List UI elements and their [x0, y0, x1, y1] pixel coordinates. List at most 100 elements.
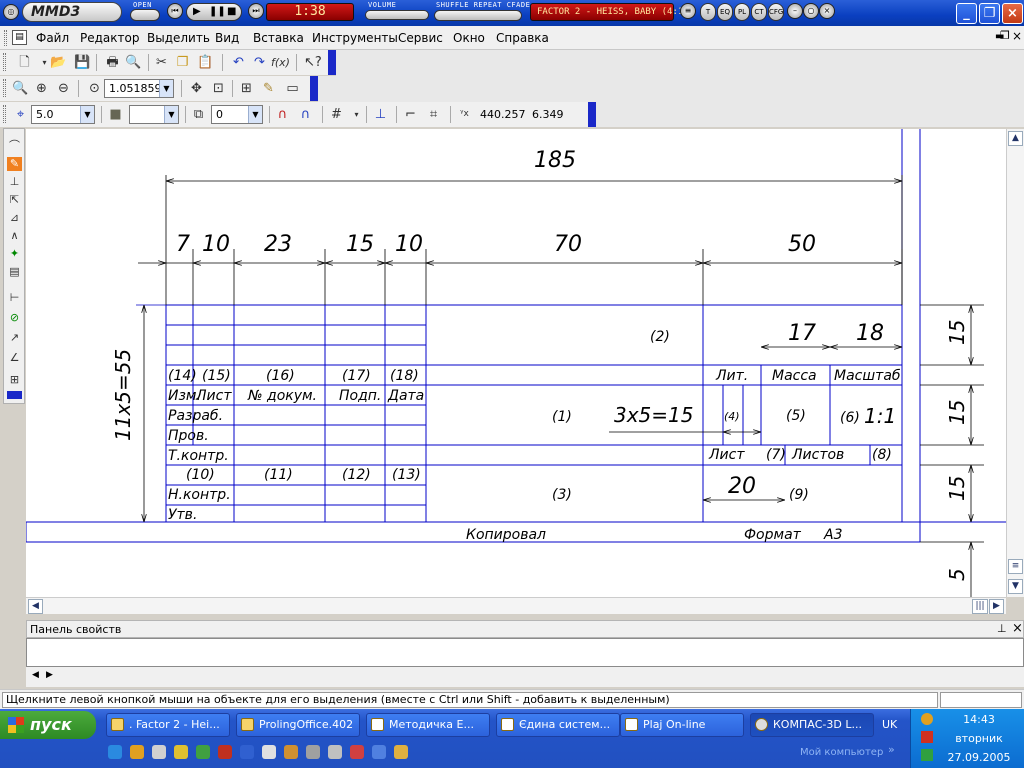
menu-editor[interactable]: Редактор	[80, 31, 139, 45]
select-icon[interactable]: ✦	[7, 247, 22, 261]
maximize-button[interactable]: ❐	[979, 3, 1000, 24]
undo-icon[interactable]: ↶	[230, 54, 247, 71]
my-computer-label[interactable]: Мой компьютер	[800, 747, 883, 758]
pause-icon[interactable]: ❚❚	[209, 4, 226, 20]
app7-icon[interactable]	[328, 745, 342, 759]
app9-icon[interactable]	[372, 745, 386, 759]
angle-icon[interactable]: ∠	[7, 351, 22, 365]
start-button[interactable]: пуск	[0, 711, 96, 739]
local-cs-icon[interactable]: ⊥	[372, 106, 389, 123]
grid-dropdown-icon[interactable]: ▾	[348, 106, 365, 123]
snap-icon[interactable]: ∩	[274, 106, 291, 123]
menu-help[interactable]: Справка	[496, 31, 549, 45]
language-indicator[interactable]: UK	[882, 718, 897, 731]
chevron-down-icon[interactable]: ▼	[159, 80, 173, 97]
next-icon[interactable]: ⏭	[248, 3, 264, 19]
player-btn-t[interactable]: T	[700, 3, 716, 21]
linear-dim-icon[interactable]: ⊢	[7, 291, 22, 305]
volume-slider[interactable]	[365, 10, 429, 20]
zoom-combo[interactable]: 1.051859 ▼	[104, 79, 174, 98]
tray-app2-icon[interactable]	[921, 731, 933, 743]
cut-icon[interactable]: ✂	[153, 54, 170, 71]
task-edyna[interactable]: Єдина систем...	[496, 713, 620, 737]
spec-icon[interactable]: ▤	[7, 265, 22, 279]
dimensions-icon[interactable]: ⇱	[7, 193, 22, 207]
step-combo[interactable]: 5.0 ▼	[31, 105, 95, 124]
drawing-canvas[interactable]: 185 7 10 23 15 10 70 50 17 18 20 3x5=15 …	[26, 129, 1006, 597]
menu-file[interactable]: Файл	[36, 31, 69, 45]
param-icon[interactable]: ⊥	[7, 175, 22, 189]
notation-icon[interactable]: ⊿	[7, 211, 22, 225]
menu-select[interactable]: Выделить	[147, 31, 210, 45]
doc-close-icon[interactable]: ×	[1012, 29, 1022, 43]
app2-icon[interactable]	[218, 745, 232, 759]
horizontal-scrollbar[interactable]: ◀ ||| ▶	[26, 597, 1006, 614]
vertical-scrollbar[interactable]: ▲ ≡ ▼	[1006, 129, 1024, 597]
prev-icon[interactable]: ⏮	[167, 3, 183, 19]
snap-settings-icon[interactable]: ∩	[297, 106, 314, 123]
show-all-icon[interactable]: ⊡	[210, 80, 227, 97]
open-button[interactable]	[130, 9, 160, 21]
scroll-up-icon[interactable]: ▲	[1008, 131, 1023, 146]
shuffle-repeat-buttons[interactable]	[434, 10, 522, 21]
scroll-hthumb-icon[interactable]: |||	[972, 599, 988, 614]
zoom-in-icon[interactable]: ⊕	[33, 80, 50, 97]
print-icon[interactable]: 🖶	[104, 54, 121, 71]
style-icon[interactable]: ■	[107, 106, 124, 123]
pin-icon[interactable]: ⊥	[997, 622, 1007, 635]
copy-icon[interactable]: ❐	[174, 54, 191, 71]
list-icon[interactable]: ≡	[680, 3, 696, 19]
app8-icon[interactable]	[350, 745, 364, 759]
scroll-left-icon[interactable]: ◀	[28, 599, 43, 614]
chevron-down-icon[interactable]: ▼	[164, 106, 178, 123]
minimize-button[interactable]: _	[956, 3, 977, 24]
task-factor[interactable]: . Factor 2 - Hei...	[106, 713, 230, 737]
panel-prev-icon[interactable]: ◀	[32, 670, 39, 680]
layers-icon[interactable]: ⧉	[190, 106, 207, 123]
app5-icon[interactable]	[284, 745, 298, 759]
app-menu-icon[interactable]: ◎	[3, 4, 19, 20]
leader-icon[interactable]: ↗	[7, 331, 22, 345]
panel-next-icon[interactable]: ▶	[46, 670, 53, 680]
tray-app3-icon[interactable]	[921, 749, 933, 761]
menu-service[interactable]: Сервис	[398, 31, 443, 45]
geometry-icon[interactable]: ⌒	[7, 139, 22, 153]
app3-icon[interactable]	[240, 745, 254, 759]
edit-icon[interactable]: ✎	[7, 157, 22, 171]
tray-app-icon[interactable]	[921, 713, 933, 725]
print-preview-icon[interactable]: 🔍	[125, 54, 142, 71]
desktop-icon[interactable]	[152, 745, 166, 759]
stop-icon[interactable]: ■	[227, 4, 236, 20]
transport-buttons[interactable]: ▶ ❚❚ ■	[186, 3, 242, 21]
doc-restore-icon[interactable]: ❐	[1000, 29, 1010, 42]
style-combo[interactable]: ▼	[129, 105, 179, 124]
save-icon[interactable]: 💾	[74, 54, 91, 71]
ie-icon[interactable]	[108, 745, 122, 759]
app1-icon[interactable]	[196, 745, 210, 759]
zoom-window-icon[interactable]: 🔍	[12, 80, 29, 97]
layer-combo[interactable]: 0 ▼	[211, 105, 263, 124]
minimize-player-icon[interactable]: –	[787, 3, 803, 19]
chevron-down-icon[interactable]: ▼	[80, 106, 94, 123]
player-btn-ct[interactable]: CT	[751, 3, 767, 21]
menu-insert[interactable]: Вставка	[253, 31, 304, 45]
task-folder[interactable]: ProlingOffice.402	[236, 713, 360, 737]
step-icon[interactable]: ⌖	[12, 106, 29, 123]
scroll-down-icon[interactable]: ▼	[1008, 579, 1023, 594]
play-icon[interactable]: ▶	[193, 4, 201, 20]
function-icon[interactable]: f(x)	[271, 54, 290, 71]
clock-time[interactable]: 14:43	[939, 713, 1019, 726]
close-button[interactable]: ×	[1002, 3, 1023, 24]
task-metodichka[interactable]: Методичка Е...	[366, 713, 490, 737]
app4-icon[interactable]	[262, 745, 276, 759]
display-icon[interactable]: ▭	[284, 80, 301, 97]
refresh-icon[interactable]: ⊞	[238, 80, 255, 97]
measure-icon[interactable]: ∧	[7, 229, 22, 243]
player-btn-cfg[interactable]: CFG	[768, 3, 784, 21]
paste-icon[interactable]: 📋	[197, 54, 214, 71]
hatch-icon[interactable]: ⊞	[7, 373, 22, 387]
close-player-icon[interactable]: ×	[819, 3, 835, 19]
quicklaunch-expand-icon[interactable]: »	[888, 743, 895, 756]
new-file-icon[interactable]: 🗋	[16, 54, 33, 71]
diameter-icon[interactable]: ⊘	[7, 311, 22, 325]
